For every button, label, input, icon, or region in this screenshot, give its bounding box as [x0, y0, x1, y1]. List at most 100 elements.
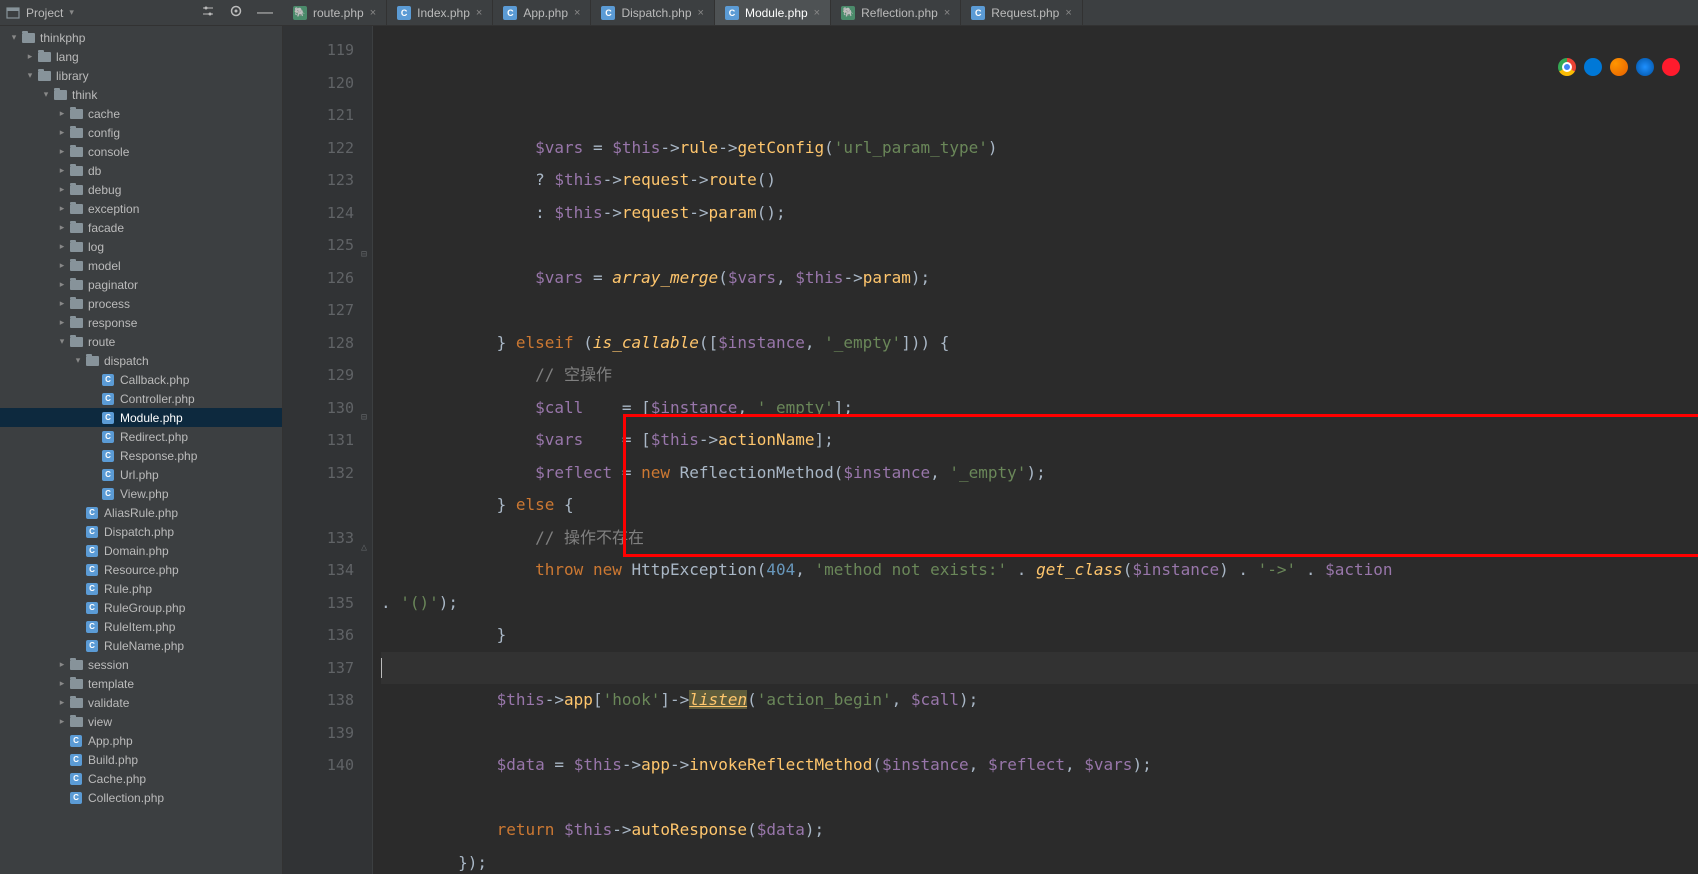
- close-icon[interactable]: ×: [698, 7, 704, 19]
- tree-arrow-icon[interactable]: ▾: [40, 89, 52, 100]
- tree-item-module-php[interactable]: CModule.php: [0, 408, 282, 427]
- code-line-132[interactable]: throw new HttpException(404, 'method not…: [381, 554, 1698, 587]
- tree-arrow-icon[interactable]: ▸: [56, 146, 68, 157]
- tree-item-collection-php[interactable]: CCollection.php: [0, 788, 282, 807]
- code-line-138[interactable]: [381, 782, 1698, 815]
- tree-item-view[interactable]: ▸view: [0, 712, 282, 731]
- tree-arrow-icon[interactable]: ▸: [56, 108, 68, 119]
- tree-item-domain-php[interactable]: CDomain.php: [0, 541, 282, 560]
- tree-item-view-php[interactable]: CView.php: [0, 484, 282, 503]
- close-icon[interactable]: ×: [814, 7, 820, 19]
- chrome-icon[interactable]: [1558, 58, 1576, 76]
- tree-arrow-icon[interactable]: ▸: [56, 241, 68, 252]
- code-area[interactable]: $vars = $this->rule->getConfig('url_para…: [373, 26, 1698, 874]
- tree-arrow-icon[interactable]: ▸: [24, 51, 36, 62]
- tree-item-debug[interactable]: ▸debug: [0, 180, 282, 199]
- tree-arrow-icon[interactable]: ▾: [56, 336, 68, 347]
- tab-route-php[interactable]: 🐘route.php×: [283, 0, 387, 25]
- tab-module-php[interactable]: CModule.php×: [715, 0, 831, 25]
- tree-item-config[interactable]: ▸config: [0, 123, 282, 142]
- tree-item-library[interactable]: ▾library: [0, 66, 282, 85]
- code-line-126[interactable]: // 空操作: [381, 359, 1698, 392]
- tab-request-php[interactable]: CRequest.php×: [961, 0, 1083, 25]
- firefox-icon[interactable]: [1610, 58, 1628, 76]
- code-line-135[interactable]: $this->app['hook']->listen('action_begin…: [381, 684, 1698, 717]
- fold-mark-icon[interactable]: △: [358, 532, 370, 565]
- tree-item-template[interactable]: ▸template: [0, 674, 282, 693]
- tree-item-lang[interactable]: ▸lang: [0, 47, 282, 66]
- tree-item-db[interactable]: ▸db: [0, 161, 282, 180]
- tree-arrow-icon[interactable]: ▾: [8, 32, 20, 43]
- tree-item-response-php[interactable]: CResponse.php: [0, 446, 282, 465]
- close-icon[interactable]: ×: [944, 7, 950, 19]
- tree-item-validate[interactable]: ▸validate: [0, 693, 282, 712]
- code-line-140[interactable]: });: [381, 847, 1698, 874]
- tab-app-php[interactable]: CApp.php×: [493, 0, 591, 25]
- tree-item-ruleitem-php[interactable]: CRuleItem.php: [0, 617, 282, 636]
- code-line-125[interactable]: } elseif (is_callable([$instance, '_empt…: [381, 327, 1698, 360]
- tree-item-aliasrule-php[interactable]: CAliasRule.php: [0, 503, 282, 522]
- code-line-127[interactable]: $call = [$instance, '_empty'];: [381, 392, 1698, 425]
- close-icon[interactable]: ×: [1065, 7, 1071, 19]
- code-line-123[interactable]: $vars = array_merge($vars, $this->param)…: [381, 262, 1698, 295]
- code-line-120[interactable]: ? $this->request->route(): [381, 164, 1698, 197]
- edge-icon[interactable]: [1584, 58, 1602, 76]
- tree-item-cache-php[interactable]: CCache.php: [0, 769, 282, 788]
- tree-item-build-php[interactable]: CBuild.php: [0, 750, 282, 769]
- settings-sliders-icon[interactable]: [197, 4, 219, 21]
- dropdown-arrow-icon[interactable]: ▾: [69, 7, 74, 18]
- tree-arrow-icon[interactable]: ▸: [56, 279, 68, 290]
- tab-index-php[interactable]: CIndex.php×: [387, 0, 493, 25]
- tree-item-exception[interactable]: ▸exception: [0, 199, 282, 218]
- code-line-136[interactable]: [381, 717, 1698, 750]
- tree-arrow-icon[interactable]: ▸: [56, 260, 68, 271]
- editor[interactable]: 1191201211221231241251261271281291301311…: [283, 26, 1698, 874]
- tree-item-cache[interactable]: ▸cache: [0, 104, 282, 123]
- tree-arrow-icon[interactable]: ▸: [56, 184, 68, 195]
- safari-icon[interactable]: [1636, 58, 1654, 76]
- tree-item-log[interactable]: ▸log: [0, 237, 282, 256]
- code-line-134[interactable]: [381, 652, 1698, 685]
- code-line-128[interactable]: $vars = [$this->actionName];: [381, 424, 1698, 457]
- tree-item-controller-php[interactable]: CController.php: [0, 389, 282, 408]
- tree-item-callback-php[interactable]: CCallback.php: [0, 370, 282, 389]
- tree-item-process[interactable]: ▸process: [0, 294, 282, 313]
- tree-item-session[interactable]: ▸session: [0, 655, 282, 674]
- code-line-119[interactable]: $vars = $this->rule->getConfig('url_para…: [381, 132, 1698, 165]
- tree-arrow-icon[interactable]: ▾: [72, 355, 84, 366]
- close-icon[interactable]: ×: [476, 7, 482, 19]
- code-line-131[interactable]: // 操作不存在: [381, 522, 1698, 555]
- tree-item-redirect-php[interactable]: CRedirect.php: [0, 427, 282, 446]
- code-line-129[interactable]: $reflect = new ReflectionMethod($instanc…: [381, 457, 1698, 490]
- code-line-132-wrap[interactable]: . '()');: [381, 587, 1698, 620]
- tree-arrow-icon[interactable]: ▸: [56, 317, 68, 328]
- tree-arrow-icon[interactable]: ▸: [56, 222, 68, 233]
- code-line-130[interactable]: } else {: [381, 489, 1698, 522]
- tree-arrow-icon[interactable]: ▸: [56, 678, 68, 689]
- gear-icon[interactable]: [225, 4, 247, 21]
- tree-item-url-php[interactable]: CUrl.php: [0, 465, 282, 484]
- code-line-137[interactable]: $data = $this->app->invokeReflectMethod(…: [381, 749, 1698, 782]
- tree-arrow-icon[interactable]: ▸: [56, 716, 68, 727]
- browser-preview-icons[interactable]: [1558, 58, 1680, 76]
- tree-arrow-icon[interactable]: ▸: [56, 298, 68, 309]
- fold-mark-icon[interactable]: ⊟: [358, 239, 370, 272]
- tree-arrow-icon[interactable]: ▸: [56, 203, 68, 214]
- tree-arrow-icon[interactable]: ▸: [56, 127, 68, 138]
- tab-reflection-php[interactable]: 🐘Reflection.php×: [831, 0, 961, 25]
- tree-item-console[interactable]: ▸console: [0, 142, 282, 161]
- tree-item-dispatch-php[interactable]: CDispatch.php: [0, 522, 282, 541]
- tree-arrow-icon[interactable]: ▸: [56, 659, 68, 670]
- tree-item-think[interactable]: ▾think: [0, 85, 282, 104]
- project-tree[interactable]: ▾thinkphp▸lang▾library▾think▸cache▸confi…: [0, 26, 283, 874]
- tree-item-thinkphp[interactable]: ▾thinkphp: [0, 28, 282, 47]
- tree-item-rule-php[interactable]: CRule.php: [0, 579, 282, 598]
- code-line-139[interactable]: return $this->autoResponse($data);: [381, 814, 1698, 847]
- tree-item-rulename-php[interactable]: CRuleName.php: [0, 636, 282, 655]
- tree-item-app-php[interactable]: CApp.php: [0, 731, 282, 750]
- code-line-124[interactable]: [381, 294, 1698, 327]
- tree-item-route[interactable]: ▾route: [0, 332, 282, 351]
- code-line-133[interactable]: }: [381, 619, 1698, 652]
- collapse-icon[interactable]: —: [253, 7, 277, 19]
- tree-item-paginator[interactable]: ▸paginator: [0, 275, 282, 294]
